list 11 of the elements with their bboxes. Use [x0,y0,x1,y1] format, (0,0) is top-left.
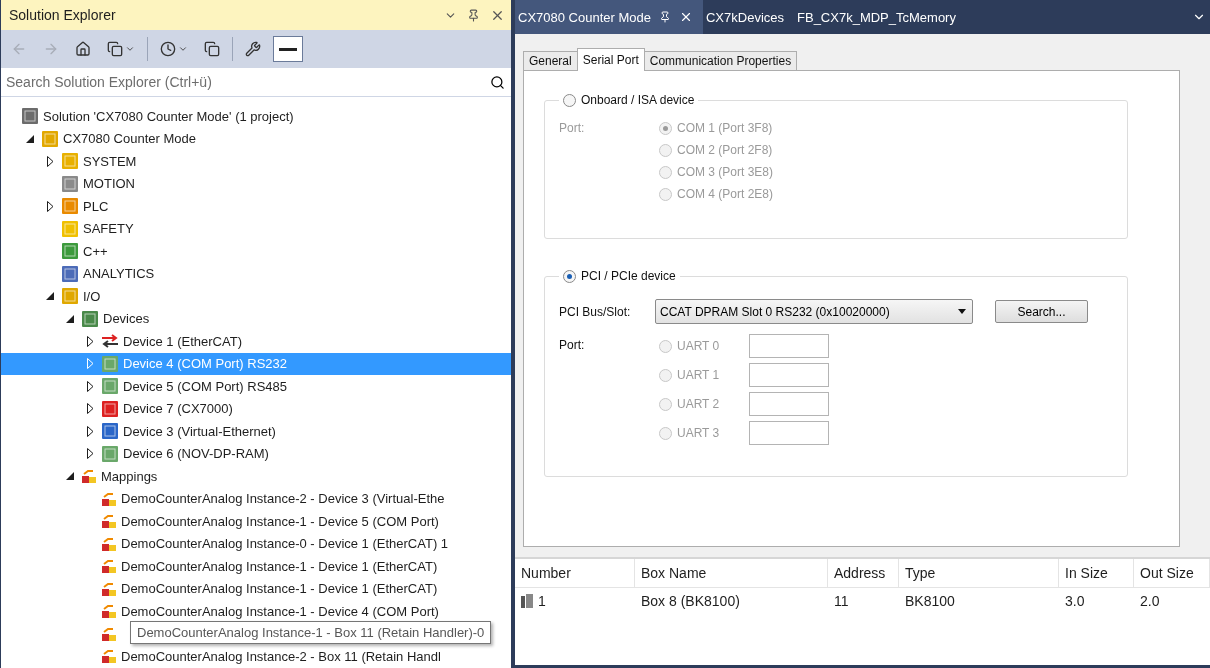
table-cell-text: BK8100 [904,593,956,609]
tooltip: DemoCounterAnalog Instance-1 - Box 11 (Retain Handler)-0 [130,621,492,644]
table-cell-text: Box 8 (BK8100) [640,593,741,609]
table-cell-text: 11 [833,593,850,609]
table-cell-text: 3.0 [1064,593,1086,609]
table-cell-text: 2.0 [1139,593,1161,609]
field-label: PCI Bus/Slot: [559,303,632,321]
panel-title: Solution Explorer [9,7,116,23]
field-label: Port: [559,120,586,137]
table-cell: 1 [515,593,635,609]
field-label: Port: [559,337,586,354]
